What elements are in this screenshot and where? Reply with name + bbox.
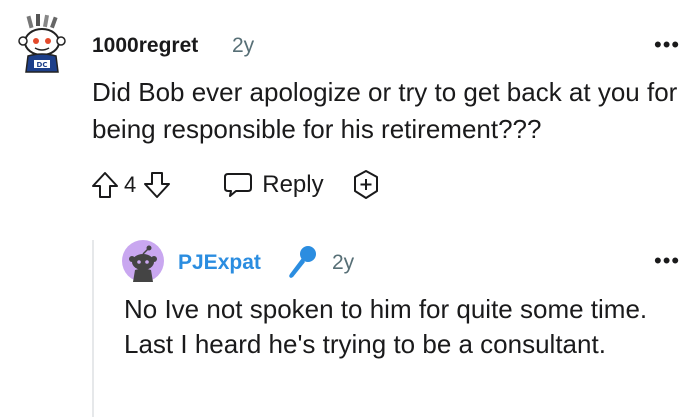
reply-more-options-button[interactable]: ••• xyxy=(654,248,680,274)
comment-actions: 4 Reply xyxy=(90,168,382,202)
speech-bubble-icon xyxy=(222,170,254,200)
reply-button[interactable]: Reply xyxy=(222,170,324,200)
comment-body: Did Bob ever apologize or try to get bac… xyxy=(92,77,678,144)
upvote-icon[interactable] xyxy=(90,170,120,200)
reply-label: Reply xyxy=(262,171,324,198)
downvote-icon[interactable] xyxy=(142,170,172,200)
reply-username[interactable]: PJExpat xyxy=(178,251,261,275)
svg-text:DC: DC xyxy=(37,61,48,69)
award-icon[interactable] xyxy=(350,169,382,201)
thread-line[interactable] xyxy=(92,240,94,417)
comment-timestamp: 2y xyxy=(232,34,255,57)
reply-avatar[interactable] xyxy=(122,240,164,282)
commenter-avatar[interactable]: DC xyxy=(14,14,72,76)
vote-count: 4 xyxy=(124,172,137,197)
reply-body: No Ive not spoken to him for quite some … xyxy=(124,294,648,359)
comment-more-options-button[interactable]: ••• xyxy=(654,32,680,58)
reply-timestamp: 2y xyxy=(332,251,355,274)
commenter-username[interactable]: 1000regret xyxy=(92,34,198,58)
microphone-icon xyxy=(284,244,318,280)
